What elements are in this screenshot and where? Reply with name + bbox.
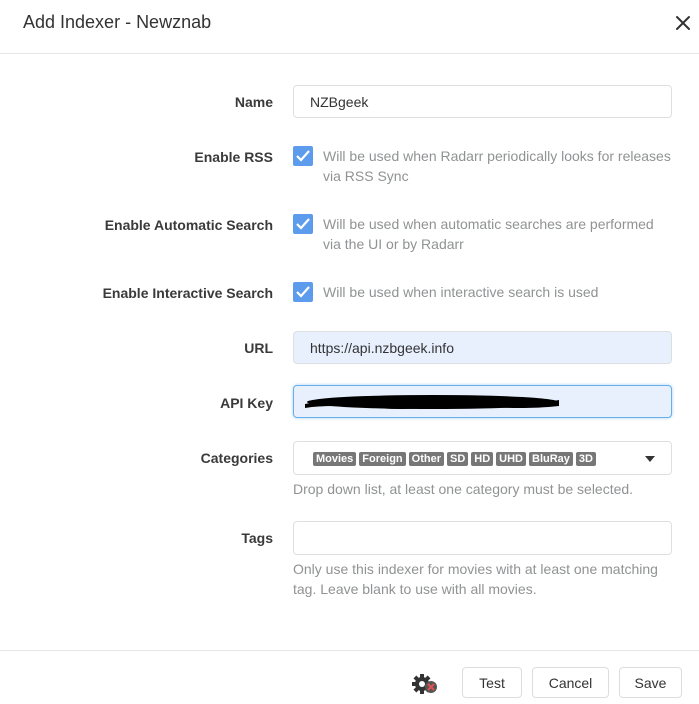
save-button[interactable]: Save xyxy=(619,667,682,698)
enable-automatic-search-help: Will be used when automatic searches are… xyxy=(323,216,654,252)
enable-interactive-search-checkbox[interactable] xyxy=(293,282,313,302)
chevron-down-icon[interactable] xyxy=(645,456,655,462)
tags-label: Tags xyxy=(241,530,273,546)
enable-interactive-search-help: Will be used when interactive search is … xyxy=(323,284,599,300)
modal-title: Add Indexer - Newznab xyxy=(23,12,212,32)
categories-select[interactable]: Movies Foreign Other SD HD UHD BluRay 3D xyxy=(293,441,672,475)
category-chip: BluRay xyxy=(529,452,573,466)
category-chips: Movies Foreign Other SD HD UHD BluRay 3D xyxy=(313,452,596,466)
name-input[interactable]: NZBgeek xyxy=(293,85,672,118)
category-chip: UHD xyxy=(496,452,526,466)
category-chip: Other xyxy=(408,452,444,466)
tags-input[interactable] xyxy=(293,521,672,555)
category-chip: 3D xyxy=(575,452,596,466)
enable-automatic-search-label: Enable Automatic Search xyxy=(104,217,273,233)
categories-label: Categories xyxy=(200,450,273,466)
url-label: URL xyxy=(244,340,273,356)
gear-icon[interactable] xyxy=(411,673,439,695)
enable-rss-checkbox[interactable] xyxy=(293,146,313,166)
checkmark-icon xyxy=(296,286,310,298)
modal-header: Add Indexer - Newznab xyxy=(0,0,699,54)
name-label: Name xyxy=(234,94,273,110)
redaction-scribble xyxy=(305,395,559,409)
enable-automatic-search-checkbox[interactable] xyxy=(293,214,313,234)
enable-interactive-search-label: Enable Interactive Search xyxy=(102,285,273,301)
cancel-button[interactable]: Cancel xyxy=(532,667,609,698)
category-chip: SD xyxy=(446,452,469,466)
modal-footer: Test Cancel Save xyxy=(0,650,699,704)
close-icon[interactable] xyxy=(674,14,692,32)
category-chip: HD xyxy=(471,452,494,466)
enable-rss-help: Will be used when Radarr periodically lo… xyxy=(323,148,671,184)
checkmark-icon xyxy=(296,150,310,162)
category-chip: Movies xyxy=(313,452,357,466)
checkmark-icon xyxy=(296,218,310,230)
url-input[interactable]: https://api.nzbgeek.info xyxy=(293,331,672,364)
tags-help: Only use this indexer for movies with at… xyxy=(293,561,658,597)
categories-help: Drop down list, at least one category mu… xyxy=(293,481,634,497)
api-key-label: API Key xyxy=(220,395,273,411)
category-chip: Foreign xyxy=(359,452,406,466)
test-button[interactable]: Test xyxy=(462,667,522,698)
enable-rss-label: Enable RSS xyxy=(194,149,273,165)
